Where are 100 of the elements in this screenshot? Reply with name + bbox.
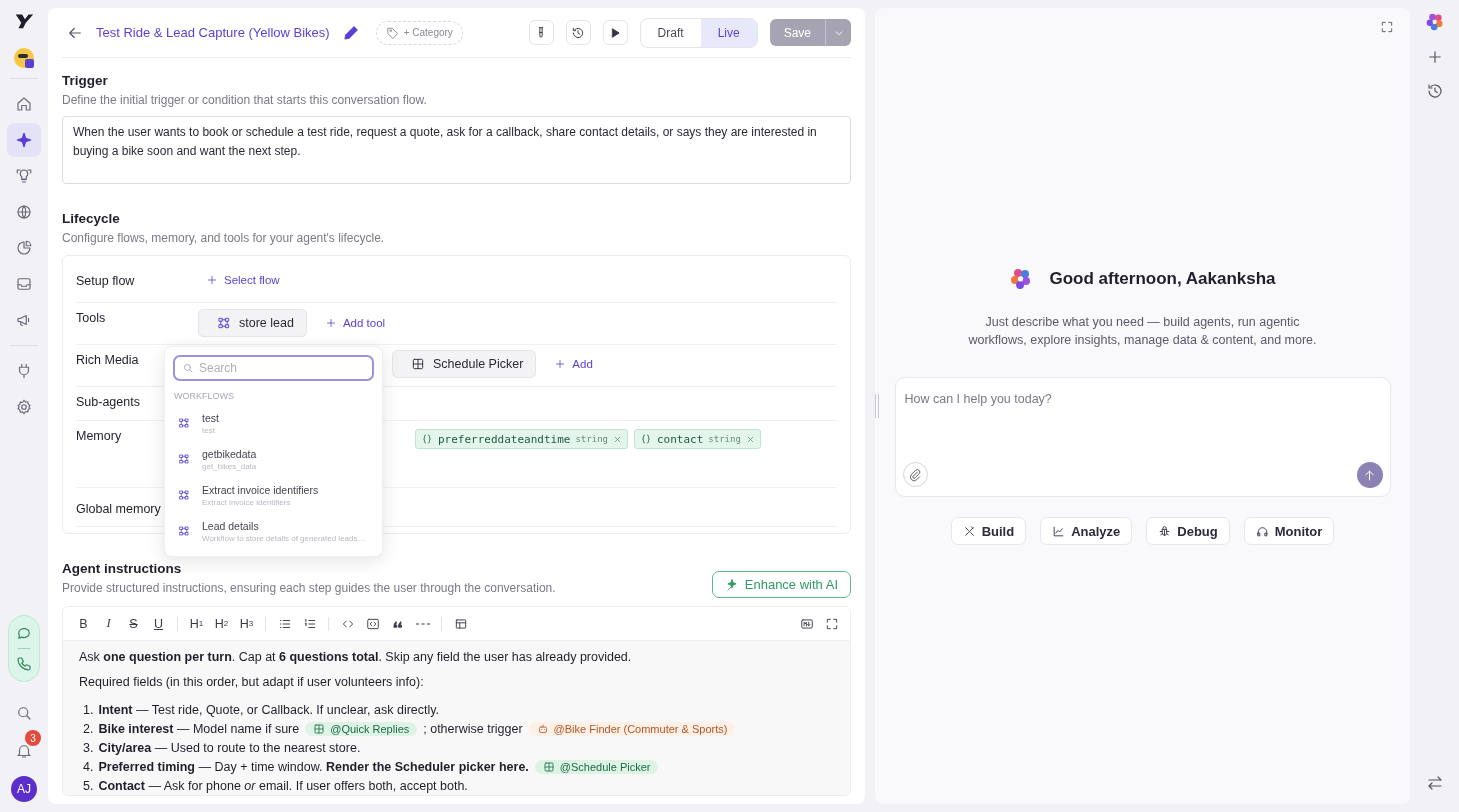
send-button[interactable]	[1356, 462, 1383, 488]
braces-icon	[421, 433, 433, 445]
format-button[interactable]: I	[98, 613, 119, 634]
remove-button[interactable]	[745, 434, 755, 444]
section-subtitle: Provide structured instructions, ensuring each step guides the user through the conversation.	[62, 581, 556, 595]
headset-icon	[1255, 524, 1269, 538]
add-link[interactable]: Add tool	[322, 309, 388, 337]
workflow-option[interactable]: Extract invoice identifiers Extract invoice identifiers	[173, 477, 374, 513]
sidebar-item[interactable]	[7, 123, 41, 157]
workflow-icon	[178, 453, 190, 465]
prompt-box[interactable]: How can I help you today?	[894, 377, 1391, 497]
search-field[interactable]: Search	[173, 355, 374, 381]
format-button[interactable]: B	[73, 613, 94, 634]
enhance-button[interactable]: Enhance with AI	[711, 571, 851, 598]
row-label: Global memory	[76, 502, 161, 516]
history-icon	[571, 25, 586, 40]
step-text: Contact — Ask for phone or email. If user offers both, accept both.	[98, 778, 468, 793]
prompt-field[interactable]: How can I help you today?	[902, 390, 1383, 462]
grid-icon	[411, 357, 425, 371]
quick-action-button[interactable]: Monitor	[1243, 517, 1335, 545]
bug-icon	[1158, 524, 1172, 538]
workflow-option[interactable]: test test	[173, 405, 374, 441]
line-chart-icon	[1052, 524, 1066, 538]
list-number: 3.	[83, 740, 94, 755]
option-description: Extract invoice identifiers	[202, 497, 292, 507]
agent-mention[interactable]: @Bike Finder (Commuter & Sports)	[528, 721, 736, 736]
bot-avatar-icon[interactable]	[12, 46, 36, 70]
rich-media-mention[interactable]: @Schedule Picker	[534, 759, 659, 774]
sparkle-icon	[15, 131, 33, 149]
row-label: Setup flow	[76, 274, 135, 288]
trigger-field[interactable]: When the user wants to book or schedule a test ride, request a quote, ask for a callback, share contact details, or says they are interested in buying a bike soon and want the next step.	[62, 116, 851, 184]
quick-action-button[interactable]: Analyze	[1040, 517, 1133, 545]
grid-icon	[542, 760, 555, 773]
section-title: Agent instructions	[62, 561, 183, 576]
lightbulb-icon	[15, 167, 33, 185]
add-link[interactable]: Add	[552, 350, 595, 378]
tools-icon	[962, 524, 976, 538]
close-icon	[612, 434, 622, 444]
paragraph: Ask one question per turn. Cap at 6 questions total. Skip any field the user has already provided.	[79, 650, 633, 664]
row-label: Tools	[76, 311, 106, 325]
row-label: Sub-agents	[76, 395, 140, 409]
step-text: Intent — Test ride, Quote, or Callback. If unclear, ask directly.	[98, 702, 440, 717]
notification-count: 3	[25, 730, 41, 746]
grid-icon	[313, 722, 326, 735]
format-button[interactable]: U	[148, 613, 169, 634]
add-link[interactable]: Select flow	[198, 274, 282, 286]
magic-icon	[724, 577, 739, 592]
inbox-icon	[15, 275, 33, 293]
section-subtitle: Define the initial trigger or condition that starts this conversation flow.	[62, 93, 428, 107]
greeting: Good afternoon, Aakanksha	[1049, 269, 1276, 289]
list-number: 1.	[83, 702, 94, 717]
contact-pill[interactable]	[8, 615, 40, 682]
section-subtitle: Configure flows, memory, and tools for your agent's lifecycle.	[62, 231, 386, 245]
memory-chip[interactable]: preferreddateandtime string	[415, 429, 628, 449]
pie-chart-icon	[15, 239, 33, 257]
user-avatar[interactable]: AJ	[11, 776, 37, 802]
intro-text: Just describe what you need — build agents, run agentic workflows, explore insights, manage data & content, and more.	[967, 314, 1318, 349]
quick-action-button[interactable]: Debug	[1146, 517, 1230, 545]
mode-tab[interactable]: Draft	[640, 18, 701, 47]
robot-icon	[536, 722, 549, 735]
section-title: Trigger	[62, 73, 109, 88]
test-button[interactable]	[528, 20, 554, 45]
paperclip-icon	[908, 467, 922, 482]
mode-tab[interactable]: Live	[700, 18, 757, 47]
workflow-icon	[178, 417, 190, 429]
divider-icon	[415, 622, 430, 625]
section-heading: WORKFLOWS	[174, 391, 235, 401]
table-icon	[453, 616, 468, 631]
section-title: Lifecycle	[62, 211, 121, 226]
code-block-icon	[365, 616, 380, 631]
step-text: ; otherwise trigger	[423, 721, 523, 736]
option-description: test	[202, 425, 216, 435]
memory-chip[interactable]: contact string	[633, 429, 761, 449]
arrow-up-icon	[1362, 467, 1377, 483]
tag-icon	[385, 25, 400, 40]
quick-action-button[interactable]: Build	[950, 517, 1027, 545]
type-label: string	[575, 434, 608, 444]
plus-icon	[554, 358, 567, 370]
globe-icon	[15, 203, 33, 221]
flow-title: Test Ride & Lead Capture (Yellow Bikes)	[96, 25, 330, 40]
resize-handle[interactable]	[875, 394, 879, 418]
workflow-option[interactable]: getbikedata get_bikes_data	[173, 441, 374, 477]
phone-icon[interactable]	[15, 655, 33, 673]
workflow-icon	[178, 525, 190, 537]
history-button[interactable]	[565, 20, 591, 45]
search-icon	[15, 704, 33, 722]
plus-icon	[206, 274, 218, 286]
markdown-icon	[799, 616, 814, 631]
close-icon	[745, 434, 755, 444]
rich-media-chip[interactable]: Schedule Picker	[392, 350, 537, 378]
row-label: Memory	[76, 429, 122, 443]
rich-media-mention[interactable]: @Quick Replies	[305, 721, 418, 736]
format-button[interactable]: S	[123, 613, 144, 634]
remove-button[interactable]	[612, 434, 622, 444]
home-icon	[15, 95, 33, 113]
workflow-icon	[178, 489, 190, 501]
tool-chip[interactable]: store lead	[198, 309, 307, 337]
run-button[interactable]	[602, 20, 628, 45]
step-text: Bike interest — Model name if sure	[98, 721, 300, 736]
assistant-logo-icon[interactable]	[1424, 12, 1445, 32]
